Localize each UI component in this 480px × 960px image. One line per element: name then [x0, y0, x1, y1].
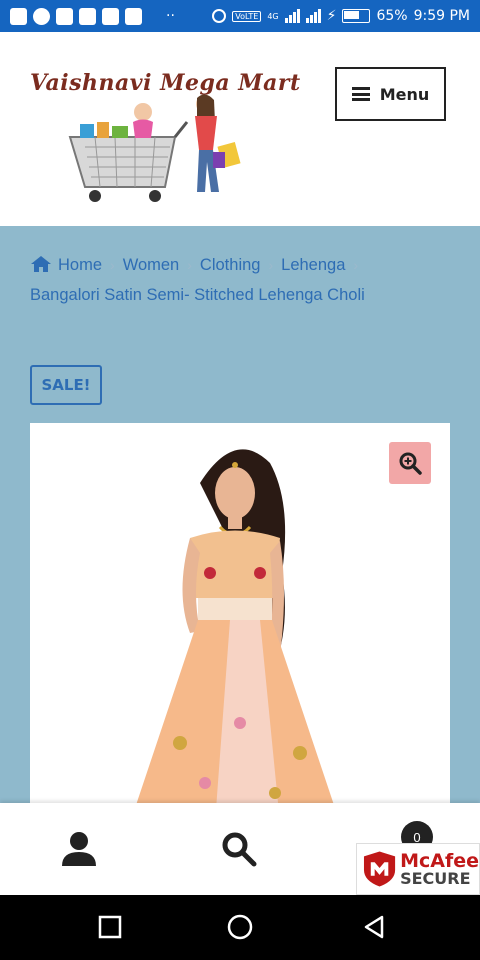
breadcrumb-separator-icon: › [268, 257, 274, 273]
bottom-nav: 0 McAfee SECURE [0, 803, 480, 895]
back-icon[interactable] [362, 915, 386, 939]
home-button-icon[interactable] [227, 914, 253, 940]
network-gen-label: 4G [267, 11, 279, 21]
recents-icon[interactable] [98, 915, 122, 939]
charging-icon: ⚡ [326, 8, 337, 24]
product-image[interactable] [30, 423, 450, 823]
zoom-icon [399, 452, 422, 475]
youtube-icon [79, 7, 96, 25]
product-image-card[interactable] [30, 423, 450, 823]
breadcrumb-separator-icon: › [110, 257, 115, 273]
app-p-icon [56, 7, 73, 25]
whatsapp-icon [33, 7, 50, 25]
clock: 9:59 PM [413, 8, 470, 24]
mcafee-secure-label: SECURE [400, 868, 471, 888]
battery-percent: 65% [376, 8, 408, 24]
breadcrumb-separator-icon: › [353, 257, 359, 273]
signal-icon-2 [305, 9, 321, 23]
zoom-button[interactable] [389, 442, 431, 484]
hamburger-icon [351, 87, 370, 101]
mcafee-secure-badge[interactable]: McAfee SECURE [356, 843, 480, 895]
site-header: Vaishnavi Mega Mart Menu [0, 32, 480, 226]
breadcrumb-lehenga[interactable]: Lehenga [281, 256, 345, 274]
search-icon[interactable] [221, 831, 257, 867]
breadcrumb: Home › Women › Clothing › Lehenga › Bangalori S… [30, 250, 450, 310]
site-logo[interactable]: Vaishnavi Mega Mart [30, 62, 310, 222]
user-icon[interactable] [61, 831, 97, 867]
more-dots-icon: ·· [166, 8, 175, 24]
breadcrumb-home[interactable]: Home [58, 256, 102, 274]
breadcrumb-women[interactable]: Women [123, 256, 180, 274]
breadcrumb-clothing[interactable]: Clothing [200, 256, 261, 274]
menu-button[interactable]: Menu [335, 67, 446, 121]
signal-icon [284, 9, 300, 23]
volte-label: VoLTE [232, 10, 262, 22]
gmail-icon [102, 7, 119, 25]
notification-icons: ·· [0, 7, 175, 25]
menu-label: Menu [379, 84, 430, 104]
hotspot-icon [212, 9, 227, 23]
app-p-icon-2 [125, 7, 142, 25]
android-nav-bar [0, 895, 480, 960]
breadcrumb-current: Bangalori Satin Semi- Stitched Lehenga C… [30, 286, 365, 304]
breadcrumb-separator-icon: › [187, 257, 192, 273]
mcafee-shield-icon [363, 851, 396, 887]
sale-badge: SALE! [30, 365, 102, 405]
shopping-cart-illustration [68, 94, 241, 202]
mcafee-brand: McAfee [400, 849, 479, 872]
battery-icon [342, 9, 371, 23]
message-icon [10, 7, 27, 25]
status-bar: ·· VoLTE 4G ⚡ 65% 9:59 PM [0, 0, 480, 32]
home-icon[interactable] [30, 255, 52, 273]
